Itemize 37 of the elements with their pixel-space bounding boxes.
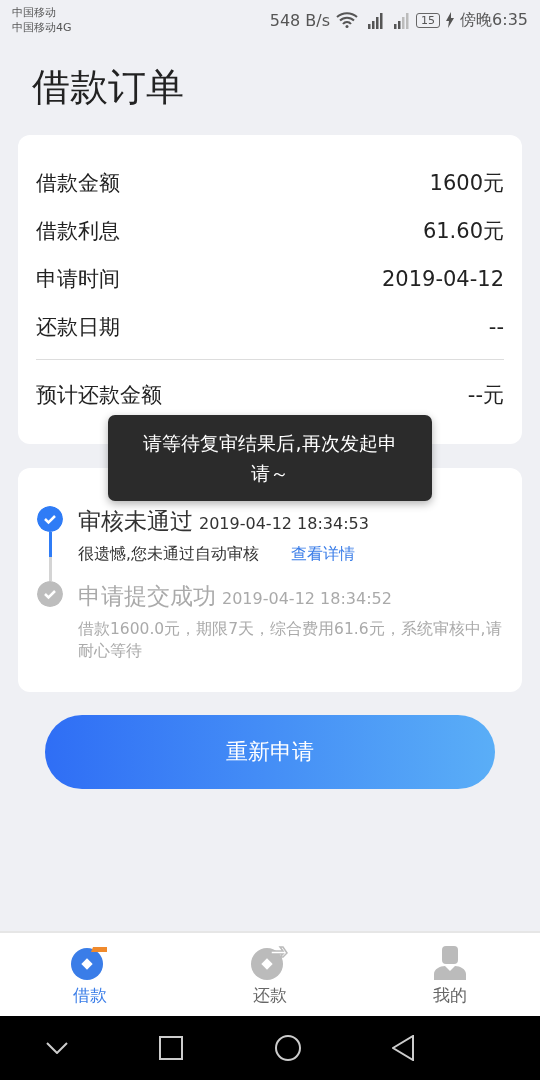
field-label: 预计还款金额 — [36, 382, 162, 409]
step-time: 2019-04-12 18:34:53 — [199, 514, 369, 533]
network-speed: 548 B/s — [269, 10, 331, 30]
tab[interactable]: 借款 — [0, 933, 180, 1018]
page-title: 借款订单 — [31, 64, 185, 111]
field-label: 借款金额 — [36, 170, 120, 197]
reapply-button[interactable]: 重新申请 — [45, 715, 495, 789]
tab[interactable]: 还款 — [180, 933, 360, 1018]
field-value: -- — [488, 315, 504, 339]
person-icon — [433, 944, 467, 980]
field-value: 61.60元 — [422, 218, 504, 245]
field-label: 借款利息 — [36, 218, 120, 245]
carrier-label: 中国移动 — [12, 5, 57, 20]
step-description: 很遗憾,您未通过自动审核 — [78, 545, 259, 563]
back-icon[interactable] — [392, 1035, 415, 1061]
tab[interactable]: 我的 — [360, 933, 540, 1018]
field-value: 1600元 — [429, 170, 504, 197]
step-time: 2019-04-12 18:34:52 — [222, 589, 392, 608]
recents-icon[interactable] — [159, 1036, 184, 1060]
field-value: 2019-04-12 — [381, 267, 504, 291]
details-link[interactable]: 查看详情 — [290, 545, 355, 563]
clock: 傍晚6:35 — [460, 9, 528, 31]
coin-icon — [71, 944, 109, 980]
charging-icon — [446, 12, 455, 28]
wifi-icon — [336, 12, 359, 28]
field-label: 申请时间 — [36, 266, 120, 293]
step-title: 审核未通过 — [78, 508, 193, 534]
field-label: 还款日期 — [36, 314, 120, 341]
toast-message: 请等待复审结果后,再次发起申请～ — [108, 415, 432, 501]
coin-icon — [251, 944, 289, 980]
step-description: 借款1600.0元，期限7天，综合费用61.6元，系统审核中,请耐心等待 — [78, 620, 502, 660]
battery-level: 15 — [416, 12, 441, 28]
home-icon[interactable] — [274, 1035, 301, 1061]
carrier-label: 中国移动4G — [12, 20, 72, 35]
field-value: --元 — [467, 382, 504, 409]
chevron-down-icon[interactable] — [45, 1042, 68, 1054]
step-title: 申请提交成功 — [78, 583, 216, 609]
